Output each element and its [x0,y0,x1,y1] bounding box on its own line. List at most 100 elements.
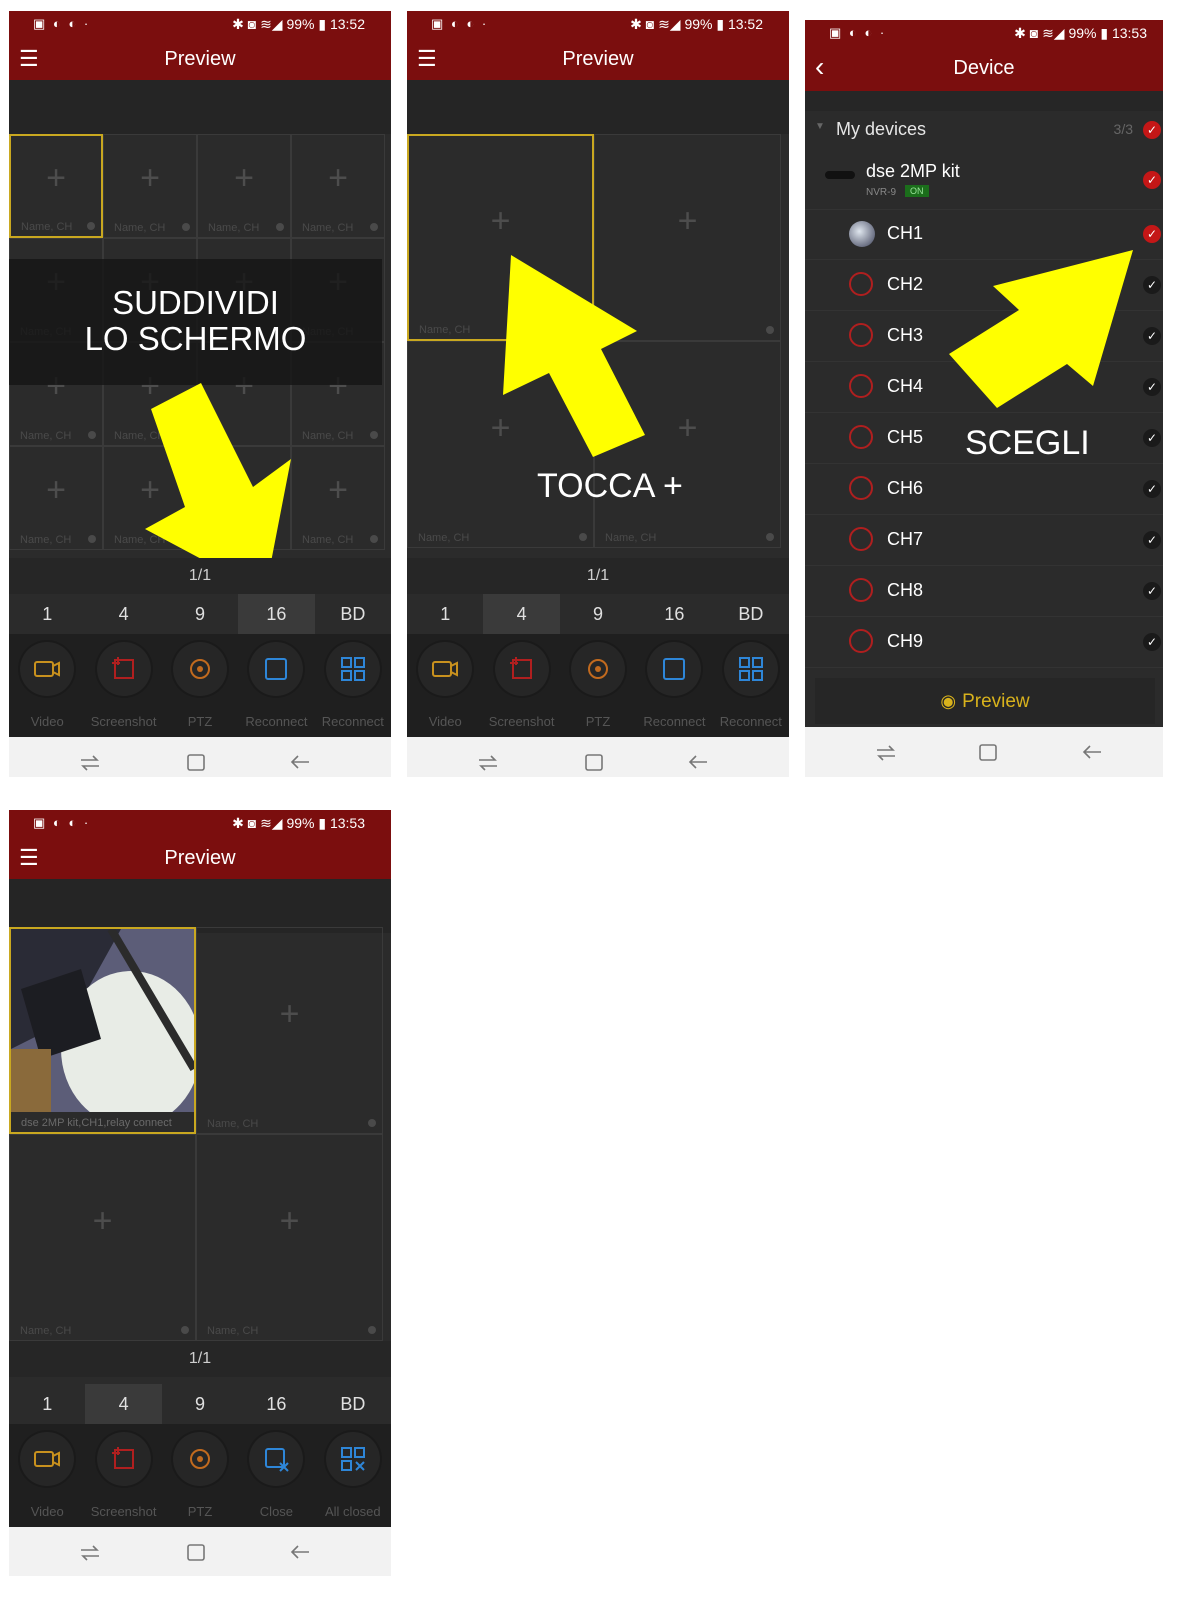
reconnect-icon [663,658,686,680]
tab-split-9[interactable]: 9 [162,1384,238,1424]
video-button[interactable]: Video [9,634,85,737]
screen-preview-live: ▣ ◐ ◐ · ✱ ◙ ≋◢ 99% ▮ 13:53 ☰ Preview dse… [9,810,391,1576]
action-label: Reconnect [719,714,782,729]
status-dot [368,1119,376,1127]
home-icon[interactable] [977,742,999,762]
page-indicator: 1/1 [407,558,789,594]
annotation-text: TOCCA + [537,467,683,505]
video-cell[interactable]: + Name, CH [196,927,383,1134]
tab-split-bd[interactable]: BD [315,594,391,634]
reconnect-all-button[interactable]: Reconnect [713,634,789,737]
action-label: Reconnect [245,714,308,729]
screen-preview-grid16: ▣ ◐ ◐ · ✱ ◙ ≋◢ 99% ▮ 13:52 ☰ Preview + Na… [9,11,391,777]
screenshot-button[interactable]: Screenshot [85,634,161,737]
home-icon[interactable] [185,1542,207,1562]
ptz-button[interactable]: PTZ [162,1424,238,1527]
tab-split-1[interactable]: 1 [9,594,85,634]
action-label: Video [30,714,64,729]
grid-icon [738,657,763,681]
reconnect-button[interactable]: Reconnect [238,634,314,737]
back-icon[interactable] [289,1542,311,1562]
app-bar: ☰ Preview [9,837,391,879]
video-button[interactable]: Video [9,1424,85,1527]
video-grid: dse 2MP kit,CH1,relay connect + Name, CH … [9,927,391,1356]
action-label: Reconnect [321,714,384,729]
action-label: Screenshot [90,714,157,729]
tab-split-4[interactable]: 4 [483,594,560,634]
close-button[interactable]: Close [238,1424,314,1527]
ptz-button[interactable]: PTZ [560,634,636,737]
tab-split-16[interactable]: 16 [238,1384,314,1424]
page-indicator: 1/1 [9,558,391,594]
back-icon[interactable] [289,752,311,772]
tab-split-bd[interactable]: BD [713,594,789,634]
action-label: PTZ [585,714,611,729]
home-icon[interactable] [583,752,605,772]
annotation-arrow [949,250,1133,408]
eye-icon: ◉ [940,691,957,711]
tab-split-bd[interactable]: BD [315,1384,391,1424]
grid-icon [340,657,365,681]
status-icons-left: ▣ ◐ ◐ · [33,815,91,830]
split-tabs: 1 4 9 16 BD [9,594,391,634]
tab-split-1[interactable]: 1 [407,594,483,634]
video-cell[interactable]: + Name, CH [9,1134,196,1341]
ptz-icon [190,659,211,679]
screenshot-button[interactable]: Screenshot [483,634,559,737]
live-camera-feed [11,929,194,1112]
cell-label: Name, CH [207,1325,259,1337]
action-label: Close [259,1504,294,1519]
android-nav-bar [9,1527,391,1576]
close-all-button[interactable]: All closed [315,1424,391,1527]
action-label: Reconnect [643,714,706,729]
close-window-icon [265,1448,290,1472]
screenshot-button[interactable]: Screenshot [85,1424,161,1527]
action-label: PTZ [187,1504,213,1519]
ptz-icon [190,1449,211,1469]
add-icon[interactable]: + [93,1204,113,1238]
cell-label: Name, CH [20,1325,72,1337]
video-cell-live[interactable]: dse 2MP kit,CH1,relay connect [9,927,196,1134]
video-button[interactable]: Video [407,634,483,737]
reconnect-icon [265,658,288,680]
back-icon[interactable] [1081,742,1103,762]
ptz-icon [588,659,609,679]
tab-split-9[interactable]: 9 [560,594,636,634]
preview-button-label: Preview [962,691,1030,712]
tab-split-16[interactable]: 16 [238,594,315,634]
add-icon[interactable]: + [280,997,300,1031]
split-tabs: 1 4 9 16 BD [9,1384,391,1424]
action-bar: Video Screenshot PTZ Close All closed [9,1424,391,1527]
screenshot-icon [509,657,532,679]
video-icon [34,1451,61,1467]
recents-icon[interactable] [875,742,897,762]
home-icon[interactable] [185,752,207,772]
tab-split-9[interactable]: 9 [162,594,238,634]
screenshot-icon [111,657,134,679]
reconnect-all-button[interactable]: Reconnect [315,634,391,737]
tab-split-16[interactable]: 16 [636,594,712,634]
android-nav-bar [805,727,1163,777]
status-dot [368,1326,376,1334]
recents-icon[interactable] [477,752,499,772]
action-label: Video [30,1504,64,1519]
action-bar: Video Screenshot PTZ Reconnect Reconnect [9,634,391,737]
preview-button[interactable]: ◉ Preview [815,678,1155,724]
status-dot [181,1326,189,1334]
status-bar: ▣ ◐ ◐ · ✱ ◙ ≋◢ 99% ▮ 13:53 [9,810,391,837]
recents-icon[interactable] [79,752,101,772]
recents-icon[interactable] [79,1542,101,1562]
add-icon[interactable]: + [280,1204,300,1238]
video-cell[interactable]: + Name, CH [196,1134,383,1341]
tab-split-4[interactable]: 4 [85,594,161,634]
action-bar: Video Screenshot PTZ Reconnect Reconnect [407,634,789,737]
tab-split-1[interactable]: 1 [9,1384,85,1424]
back-icon[interactable] [687,752,709,772]
tab-split-4[interactable]: 4 [85,1384,162,1424]
action-label: Video [428,714,462,729]
annotation-text: SCEGLI [965,424,1090,462]
close-all-icon [340,1447,365,1471]
ptz-button[interactable]: PTZ [162,634,238,737]
android-nav-bar [407,737,789,777]
reconnect-button[interactable]: Reconnect [636,634,712,737]
